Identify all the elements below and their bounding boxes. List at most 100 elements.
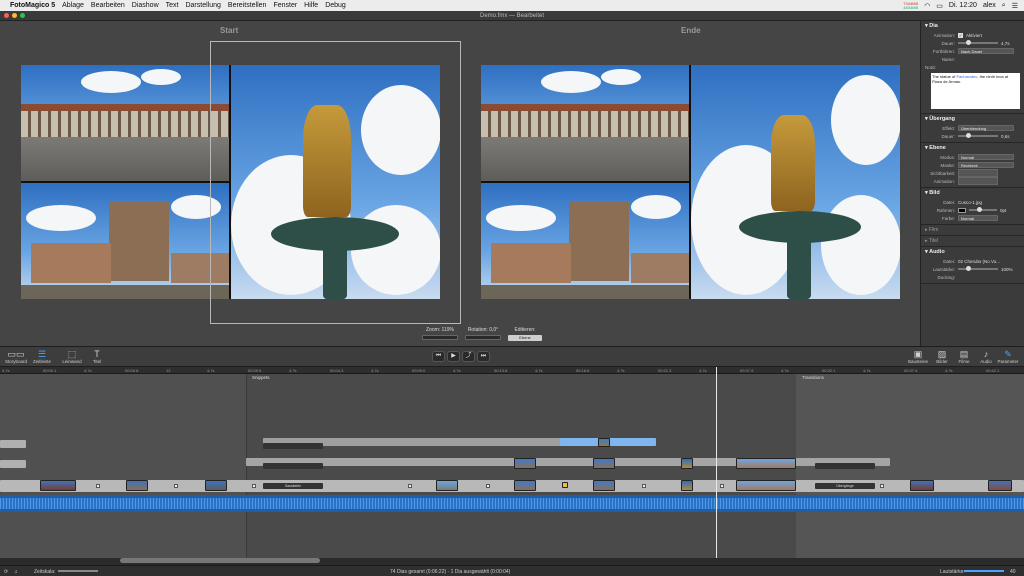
visibility-curve[interactable]: [958, 169, 998, 177]
wifi-icon[interactable]: ◠: [924, 2, 930, 10]
text-clip[interactable]: [263, 443, 323, 449]
building-blocks-button[interactable]: ▣ Bausteine: [906, 349, 930, 366]
music-note-icon[interactable]: ♫: [14, 569, 18, 575]
parameters-button[interactable]: ✎ Parameter: [996, 349, 1020, 366]
clip-thumbnail[interactable]: [436, 480, 458, 491]
transition-marker[interactable]: [408, 484, 412, 488]
menu-bearbeiten[interactable]: Bearbeiten: [91, 2, 125, 9]
frame-color-well[interactable]: [958, 207, 966, 213]
menu-ablage[interactable]: Ablage: [62, 2, 84, 9]
timeline-scrollbar[interactable]: [120, 558, 320, 563]
audio-track[interactable]: [0, 495, 1024, 512]
transition-marker[interactable]: [720, 484, 724, 488]
menu-fenster[interactable]: Fenster: [273, 2, 297, 9]
clip-thumbnail[interactable]: [988, 480, 1012, 491]
rotation-slider[interactable]: [465, 335, 501, 340]
timeline[interactable]: Snippets Transitions Sauskelen Übergänge: [0, 374, 1024, 558]
zoom-slider[interactable]: [422, 335, 458, 340]
canvas-button[interactable]: ⬚ Leinwand: [60, 349, 84, 366]
battery-icon[interactable]: ▭: [936, 2, 943, 10]
advance-popup[interactable]: Nach Dauer: [958, 48, 1014, 54]
movies-button[interactable]: ▤ Filme: [952, 349, 976, 366]
memory-status: 7344MB 4834MB: [903, 0, 919, 10]
color-popup[interactable]: Normal: [958, 215, 998, 221]
share-button[interactable]: ⤴: [462, 351, 475, 362]
cathedral-photo-end[interactable]: [481, 183, 689, 299]
track-segment[interactable]: [0, 440, 26, 448]
audio-button[interactable]: ♪ Audio: [974, 349, 998, 366]
text-clip[interactable]: [815, 463, 875, 469]
search-icon[interactable]: ⌕: [1002, 2, 1006, 10]
courtyard-photo-end[interactable]: [481, 65, 689, 181]
clip-thumbnail[interactable]: [562, 482, 568, 488]
rewind-button[interactable]: ⏮: [432, 351, 445, 362]
clock[interactable]: Di. 12:20: [949, 2, 977, 9]
transition-marker[interactable]: [642, 484, 646, 488]
frame-width-slider[interactable]: [969, 207, 997, 212]
minimize-window-button[interactable]: [12, 13, 17, 18]
slide-duration-slider[interactable]: [958, 40, 998, 45]
text-clip-1[interactable]: Sauskelen: [263, 483, 323, 489]
zoom-window-button[interactable]: [20, 13, 25, 18]
play-button[interactable]: ▶: [447, 351, 460, 362]
title-button[interactable]: T Titel: [85, 349, 109, 366]
transition-marker[interactable]: [174, 484, 178, 488]
clip-thumbnail[interactable]: [910, 480, 934, 491]
clip-thumbnail[interactable]: [681, 480, 693, 491]
transition-marker[interactable]: [486, 484, 490, 488]
mask-popup[interactable]: Rechteck: [958, 162, 1014, 168]
menu-darstellung[interactable]: Darstellung: [185, 2, 220, 9]
close-window-button[interactable]: [4, 13, 9, 18]
statue-photo[interactable]: [231, 65, 440, 299]
courtyard-photo[interactable]: [21, 65, 229, 181]
clip-thumbnail[interactable]: [514, 458, 536, 469]
time-scale-slider[interactable]: [58, 570, 98, 572]
menu-list-icon[interactable]: ☰: [1012, 2, 1018, 10]
clip-thumbnail[interactable]: [593, 458, 615, 469]
images-button[interactable]: ▨ Bilder: [930, 349, 954, 366]
playhead[interactable]: [716, 367, 717, 558]
volume-slider[interactable]: [964, 570, 1004, 572]
app-menu[interactable]: FotoMagico 5: [10, 2, 55, 9]
clip-thumbnail[interactable]: [598, 438, 610, 447]
menu-debug[interactable]: Debug: [325, 2, 346, 9]
text-clip[interactable]: [263, 463, 323, 469]
end-preview[interactable]: [481, 65, 900, 299]
clip-thumbnail[interactable]: [126, 480, 148, 491]
clip-thumbnail[interactable]: [514, 480, 536, 491]
timeline-ruler[interactable]: 4,7s 00:00.1 4,7s 00:04.8 12 4,7s 00:09.6 4,7s 0…: [0, 367, 1024, 374]
clip-thumbnail[interactable]: [681, 458, 693, 469]
start-preview[interactable]: [21, 65, 440, 299]
clip-thumbnail[interactable]: [736, 480, 796, 491]
clip-thumbnail[interactable]: [40, 480, 76, 491]
clip-thumbnail[interactable]: [736, 458, 796, 469]
transition-duration-slider[interactable]: [958, 133, 998, 138]
clip-thumbnail[interactable]: [205, 480, 227, 491]
menu-text[interactable]: Text: [166, 2, 179, 9]
animation-checkbox[interactable]: ✓: [958, 32, 963, 38]
transition-marker[interactable]: [96, 484, 100, 488]
menu-hilfe[interactable]: Hilfe: [304, 2, 318, 9]
menu-diashow[interactable]: Diashow: [132, 2, 159, 9]
animation-curve[interactable]: [958, 177, 998, 185]
blend-mode-popup[interactable]: Normal: [958, 154, 1014, 160]
transition-marker[interactable]: [252, 484, 256, 488]
edit-layer-button[interactable]: Ebene: [508, 335, 542, 341]
storyboard-button[interactable]: ▭▭ Storyboard: [4, 349, 28, 366]
transition-marker[interactable]: [880, 484, 884, 488]
timeline-button[interactable]: ☰ Zeitleiste: [30, 349, 54, 366]
title-section[interactable]: ▸ Titel: [921, 236, 1024, 247]
cathedral-photo[interactable]: [21, 183, 229, 299]
menu-bereitstellen[interactable]: Bereitstellen: [228, 2, 267, 9]
note-textarea[interactable]: The statue of Pachacutec, the ninth Inca…: [931, 73, 1020, 109]
timeline-view-icon[interactable]: ⟳: [4, 569, 8, 575]
statue-photo-end[interactable]: [691, 65, 900, 299]
text-clip-2[interactable]: Übergänge: [815, 483, 875, 489]
film-section[interactable]: ▸ Film: [921, 225, 1024, 236]
user-name[interactable]: alex: [983, 2, 996, 9]
audio-volume-slider[interactable]: [958, 266, 998, 271]
clip-thumbnail[interactable]: [593, 480, 615, 491]
effect-popup[interactable]: Überblendung: [958, 125, 1014, 131]
forward-button[interactable]: ⏭: [477, 351, 490, 362]
track-segment[interactable]: [0, 460, 26, 468]
